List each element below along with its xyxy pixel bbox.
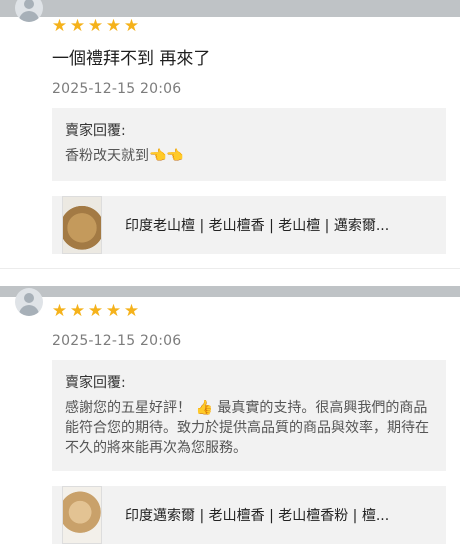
reviewer-avatar-icon[interactable] — [15, 288, 43, 316]
reviewer-avatar-icon[interactable] — [15, 0, 43, 22]
seller-reply-title: 賣家回覆: — [65, 375, 126, 391]
product-thumbnail — [62, 196, 102, 254]
rating-stars: ★ ★ ★ ★ ★ — [51, 18, 140, 35]
star-icon: ★ — [87, 16, 104, 36]
seller-reply: 賣家回覆: 感謝您的五星好評！ 👍 最真實的支持。很高興我們的商品能符合您的期待… — [52, 360, 446, 471]
seller-reply-text: 感謝您的五星好評！ 👍 最真實的支持。很高興我們的商品能符合您的期待。致力於提供… — [65, 400, 429, 456]
seller-reply: 賣家回覆: 香粉改天就到👈👈 — [52, 108, 446, 181]
seller-reply-title: 賣家回覆: — [65, 123, 126, 139]
review-date: 2025-12-15 20:06 — [52, 333, 182, 349]
product-title: 印度邁索爾 | 老山檀香 | 老山檀香粉 | 檀... — [125, 508, 390, 524]
product-link[interactable]: 印度老山檀 | 老山檀香 | 老山檀 | 邁索爾... — [52, 196, 446, 254]
star-icon: ★ — [69, 16, 86, 36]
star-icon: ★ — [87, 301, 104, 321]
star-icon: ★ — [51, 301, 68, 321]
star-icon: ★ — [105, 16, 122, 36]
product-title: 印度老山檀 | 老山檀香 | 老山檀 | 邁索爾... — [125, 218, 390, 234]
seller-reply-text: 香粉改天就到👈👈 — [65, 148, 184, 164]
review-divider — [0, 268, 460, 269]
section-gap-band — [0, 286, 460, 297]
scroll-top-band — [0, 0, 460, 17]
star-icon: ★ — [69, 301, 86, 321]
review-comment: 一個禮拜不到 再來了 — [52, 49, 211, 69]
product-link[interactable]: 印度邁索爾 | 老山檀香 | 老山檀香粉 | 檀... — [52, 486, 446, 544]
star-icon: ★ — [51, 16, 68, 36]
product-thumbnail — [62, 486, 102, 544]
rating-stars: ★ ★ ★ ★ ★ — [51, 303, 140, 320]
review-date: 2025-12-15 20:06 — [52, 81, 182, 97]
star-icon: ★ — [123, 16, 140, 36]
star-icon: ★ — [123, 301, 140, 321]
star-icon: ★ — [105, 301, 122, 321]
